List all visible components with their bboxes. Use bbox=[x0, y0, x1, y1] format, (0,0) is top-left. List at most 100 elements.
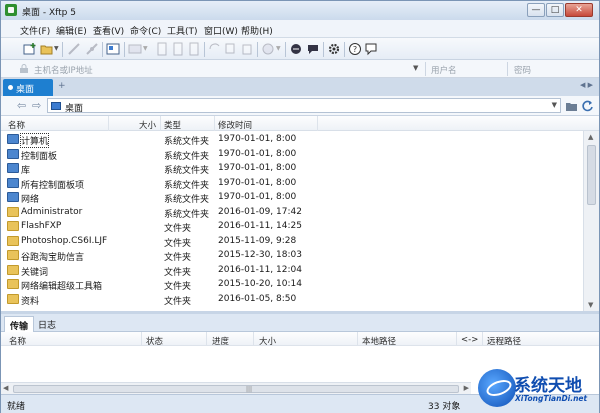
gear-icon[interactable] bbox=[327, 42, 341, 56]
properties-icon[interactable] bbox=[106, 42, 120, 56]
scroll-thumb[interactable] bbox=[587, 145, 596, 205]
file-list-scrollbar[interactable]: ▲ ▼ bbox=[583, 131, 599, 311]
file-row[interactable]: Administrator 系统文件夹 2016-01-09, 17:42 bbox=[1, 205, 583, 220]
refresh-icon[interactable] bbox=[581, 99, 594, 112]
scroll-up-icon[interactable]: ▲ bbox=[588, 133, 593, 141]
menu-window[interactable]: 窗口(W) bbox=[204, 24, 238, 37]
file-row[interactable]: 库 系统文件夹 1970-01-01, 8:00 bbox=[1, 161, 583, 176]
current-path: 桌面 bbox=[65, 104, 84, 114]
page-icon bbox=[173, 42, 183, 56]
transfer-hscrollbar[interactable]: ◀ ||| ▶ bbox=[1, 382, 471, 394]
tab-nav-arrows-icon[interactable]: ◀ ▶ bbox=[580, 81, 593, 89]
transfer-col-progress[interactable]: 进度 bbox=[212, 335, 229, 347]
file-type: 系统文件夹 bbox=[164, 180, 210, 191]
hscroll-thumb[interactable]: ||| bbox=[13, 385, 459, 393]
path-combobox[interactable]: 桌面 ▼ bbox=[47, 98, 561, 114]
file-row[interactable]: 关键词 文件夹 2016-01-11, 12:04 bbox=[1, 263, 583, 278]
transfer-col-direction[interactable]: <-> bbox=[461, 335, 478, 345]
folder-icon bbox=[7, 293, 19, 304]
file-row[interactable]: 谷跑淘宝助信言 文件夹 2015-12-30, 18:03 bbox=[1, 248, 583, 263]
column-divider[interactable] bbox=[206, 332, 207, 346]
file-row[interactable]: 网络编辑超级工具箱 文件夹 2015-10-20, 10:14 bbox=[1, 277, 583, 292]
file-row[interactable]: 网络 系统文件夹 1970-01-01, 8:00 bbox=[1, 190, 583, 205]
scroll-right-icon[interactable]: ▶ bbox=[464, 384, 469, 392]
file-type: 文件夹 bbox=[164, 267, 192, 278]
tab-log[interactable]: 日志 bbox=[33, 316, 61, 332]
open-folder-icon[interactable] bbox=[40, 42, 54, 56]
status-text: 就绪 bbox=[7, 402, 26, 412]
help-icon[interactable]: ? bbox=[348, 42, 362, 56]
file-row[interactable]: FlashFXP 文件夹 2016-01-11, 14:25 bbox=[1, 219, 583, 234]
host-input[interactable]: 主机名或IP地址 bbox=[34, 64, 93, 76]
file-row[interactable]: 计算机 系统文件夹 1970-01-01, 8:00 bbox=[1, 132, 583, 148]
toolbar-separator bbox=[257, 42, 258, 57]
menu-help[interactable]: 帮助(H) bbox=[241, 24, 273, 37]
forward-arrow-icon[interactable]: ⇨ bbox=[32, 99, 41, 112]
transfer-col-name[interactable]: 名称 bbox=[9, 335, 26, 347]
transfer-col-local[interactable]: 本地路径 bbox=[362, 335, 396, 347]
column-divider[interactable] bbox=[108, 116, 109, 131]
file-name: 计算机 bbox=[19, 133, 50, 148]
column-type[interactable]: 类型 bbox=[164, 119, 181, 131]
file-modified: 1970-01-01, 8:00 bbox=[218, 134, 297, 144]
chat-icon[interactable] bbox=[306, 42, 320, 56]
column-divider[interactable] bbox=[253, 332, 254, 346]
scroll-down-icon[interactable]: ▼ bbox=[588, 301, 593, 309]
password-input[interactable]: 密码 bbox=[514, 64, 531, 76]
column-divider[interactable] bbox=[214, 116, 215, 131]
xshell-icon[interactable] bbox=[289, 42, 303, 56]
file-modified: 2016-01-05, 8:50 bbox=[218, 293, 297, 304]
column-modified[interactable]: 修改时间 bbox=[218, 119, 252, 131]
column-divider[interactable] bbox=[317, 116, 318, 131]
folder-up-icon[interactable] bbox=[565, 99, 578, 112]
add-tab-button[interactable]: + bbox=[58, 81, 66, 91]
column-divider[interactable] bbox=[456, 332, 457, 346]
back-arrow-icon[interactable]: ⇦ bbox=[17, 99, 26, 112]
minimize-button[interactable]: — bbox=[527, 3, 545, 17]
file-name: 库 bbox=[21, 166, 31, 176]
tab-transfer[interactable]: 传输 bbox=[4, 316, 35, 332]
transfer-col-remote[interactable]: 远程路径 bbox=[487, 335, 521, 347]
file-row[interactable]: 所有控制面板项 系统文件夹 1970-01-01, 8:00 bbox=[1, 176, 583, 191]
menu-edit[interactable]: 编辑(E) bbox=[56, 24, 87, 37]
menu-tools[interactable]: 工具(T) bbox=[167, 24, 198, 37]
username-input[interactable]: 用户名 bbox=[431, 64, 457, 76]
tab-desktop[interactable]: 桌面 bbox=[3, 79, 53, 96]
column-size[interactable]: 大小 bbox=[139, 119, 156, 131]
toolbar-separator bbox=[323, 42, 324, 57]
maximize-button[interactable]: □ bbox=[546, 3, 564, 17]
transfer-col-size[interactable]: 大小 bbox=[259, 335, 276, 347]
control-panel-icon bbox=[7, 177, 19, 188]
menu-command[interactable]: 命令(C) bbox=[130, 24, 161, 37]
folder-icon bbox=[7, 250, 19, 260]
file-row[interactable]: Photoshop.CS6I.LJF 文件夹 2015-11-09, 9:28 bbox=[1, 234, 583, 249]
column-name[interactable]: 名称 bbox=[8, 119, 25, 131]
lock-icon bbox=[20, 64, 28, 73]
menu-file[interactable]: 文件(F) bbox=[20, 24, 50, 37]
library-icon bbox=[7, 163, 19, 173]
column-divider[interactable] bbox=[141, 332, 142, 346]
folder-icon bbox=[7, 264, 19, 275]
path-dropdown-icon[interactable]: ▼ bbox=[552, 101, 557, 109]
host-dropdown-icon[interactable]: ▼ bbox=[413, 64, 418, 72]
transfer-col-status[interactable]: 状态 bbox=[146, 335, 163, 347]
close-button[interactable]: ✕ bbox=[565, 3, 593, 17]
comment-icon[interactable] bbox=[364, 42, 378, 56]
file-row[interactable]: 资料 文件夹 2016-01-05, 8:50 bbox=[1, 292, 583, 307]
xftp-app-icon bbox=[5, 4, 17, 16]
column-divider[interactable] bbox=[357, 332, 358, 346]
file-modified: 1970-01-01, 8:00 bbox=[218, 177, 297, 188]
new-session-icon[interactable] bbox=[23, 42, 37, 56]
folder-icon bbox=[7, 221, 19, 231]
grip-icon: ||| bbox=[246, 386, 253, 393]
column-divider[interactable] bbox=[160, 116, 161, 131]
menu-view[interactable]: 查看(V) bbox=[93, 24, 124, 37]
scroll-left-icon[interactable]: ◀ bbox=[3, 384, 8, 392]
disconnect-icon bbox=[86, 43, 98, 55]
file-row[interactable]: 控制面板 系统文件夹 1970-01-01, 8:00 bbox=[1, 147, 583, 162]
file-type: 系统文件夹 bbox=[164, 209, 210, 220]
column-divider[interactable] bbox=[482, 332, 483, 346]
toolbar-separator bbox=[124, 42, 125, 57]
open-dropdown-icon[interactable]: ▼ bbox=[54, 45, 59, 52]
sync-icon bbox=[209, 43, 220, 50]
